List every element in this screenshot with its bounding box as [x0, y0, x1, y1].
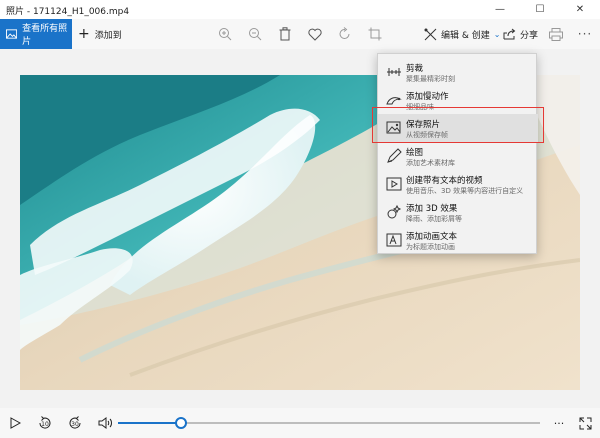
menu-item-label: 创建带有文本的视频	[406, 176, 483, 186]
photos-icon	[6, 29, 18, 39]
menu-item-label: 添加动画文本	[406, 232, 458, 242]
volume-icon	[98, 417, 112, 429]
minimize-icon: —	[495, 4, 505, 15]
add-to-button[interactable]: + 添加到	[78, 19, 122, 49]
video-text-icon	[386, 177, 402, 191]
play-button[interactable]	[6, 414, 24, 432]
share-button[interactable]: 分享	[503, 19, 538, 49]
menu-item-description: 添加艺术素材库	[406, 159, 455, 167]
zoom-out-icon	[249, 28, 262, 41]
draw-icon	[387, 148, 402, 163]
menu-item-description: 为标题添加动画	[406, 243, 455, 251]
trim-icon	[387, 68, 401, 76]
menu-item-video-with-text[interactable]: 创建带有文本的视频 使用音乐、3D 效果等内容进行自定义	[378, 170, 538, 198]
menu-item-description: 聚集最精彩时刻	[406, 75, 455, 83]
heart-icon	[308, 28, 322, 41]
fullscreen-button[interactable]	[576, 414, 594, 432]
menu-item-description: 从视频保存帧	[406, 131, 448, 139]
toolbar: 查看所有照片 + 添加到 编辑 & 创建 ⌄ 分享 ···	[0, 19, 600, 49]
chevron-down-icon: ⌄	[493, 29, 501, 39]
slow-motion-icon	[386, 97, 402, 105]
crop-button[interactable]	[366, 25, 384, 43]
edit-create-label: 编辑 & 创建	[441, 30, 490, 41]
play-icon	[10, 417, 21, 429]
menu-item-label: 绘图	[406, 148, 424, 158]
more-options-button[interactable]: ···	[576, 25, 594, 43]
trash-icon	[279, 27, 291, 41]
view-all-photos-label: 查看所有照片	[22, 24, 68, 47]
minimize-button[interactable]: —	[480, 0, 520, 19]
menu-item-3d-effects[interactable]: 添加 3D 效果 降雨、添加彩屑等	[378, 198, 538, 226]
fullscreen-icon	[579, 417, 591, 429]
volume-button[interactable]	[96, 414, 114, 432]
more-icon: ···	[553, 416, 565, 430]
window-title: 照片 - 171124_H1_006.mp4	[6, 7, 130, 17]
print-button[interactable]	[547, 25, 565, 43]
menu-item-label: 添加慢动作	[406, 92, 449, 102]
share-label: 分享	[520, 30, 539, 41]
edit-create-menu: 剪裁 聚集最精彩时刻 添加慢动作 细细品味 保存照片 从视频保存帧 绘图 添加艺…	[377, 53, 538, 254]
share-icon	[503, 28, 516, 40]
menu-item-animated-text[interactable]: 添加动画文本 为标题添加动画	[378, 226, 538, 254]
menu-item-description: 细细品味	[406, 103, 434, 111]
seek-bar-progress	[118, 422, 182, 424]
menu-item-label: 剪裁	[406, 64, 424, 74]
animated-text-icon	[386, 233, 402, 247]
add-to-label: 添加到	[94, 30, 122, 41]
rotate-icon	[339, 27, 350, 39]
more-icon: ···	[577, 27, 593, 41]
seek-bar-thumb[interactable]	[175, 417, 188, 429]
maximize-icon: ☐	[535, 4, 545, 15]
crop-icon	[368, 27, 382, 41]
maximize-button[interactable]: ☐	[520, 0, 560, 19]
menu-item-trim[interactable]: 剪裁 聚集最精彩时刻	[378, 58, 538, 86]
print-icon	[549, 27, 563, 41]
3d-effect-icon	[387, 204, 402, 219]
favorite-button[interactable]	[306, 25, 324, 43]
close-icon: ✕	[575, 4, 585, 15]
playback-controls: 10 30 ···	[0, 408, 600, 438]
zoom-in-button[interactable]	[216, 25, 234, 43]
rewind-seconds-label: 10	[41, 420, 49, 428]
rotate-button[interactable]	[336, 25, 354, 43]
title-bar: 照片 - 171124_H1_006.mp4 — ☐ ✕	[0, 0, 600, 19]
menu-item-draw[interactable]: 绘图 添加艺术素材库	[378, 142, 538, 170]
zoom-in-icon	[219, 28, 232, 41]
more-playback-options-button[interactable]: ···	[550, 414, 568, 432]
menu-item-save-photo[interactable]: 保存照片 从视频保存帧	[378, 114, 538, 142]
fast-forward-button[interactable]: 30	[66, 414, 84, 432]
edit-create-button[interactable]: 编辑 & 创建 ⌄	[424, 19, 500, 49]
menu-item-slow-motion[interactable]: 添加慢动作 细细品味	[378, 86, 538, 114]
plus-icon: +	[78, 26, 90, 42]
view-all-photos-button[interactable]: 查看所有照片	[0, 19, 72, 49]
save-photo-icon	[386, 121, 401, 134]
menu-item-label: 添加 3D 效果	[406, 204, 458, 214]
menu-item-description: 降雨、添加彩屑等	[406, 215, 462, 223]
delete-button[interactable]	[276, 25, 294, 43]
menu-item-label: 保存照片	[406, 120, 441, 130]
rewind-button[interactable]: 10	[36, 414, 54, 432]
zoom-out-button[interactable]	[246, 25, 264, 43]
edit-tools-icon	[424, 28, 437, 40]
forward-seconds-label: 30	[71, 420, 79, 428]
menu-item-description: 使用音乐、3D 效果等内容进行自定义	[406, 187, 524, 195]
seek-bar[interactable]	[118, 417, 540, 429]
close-button[interactable]: ✕	[560, 0, 600, 19]
